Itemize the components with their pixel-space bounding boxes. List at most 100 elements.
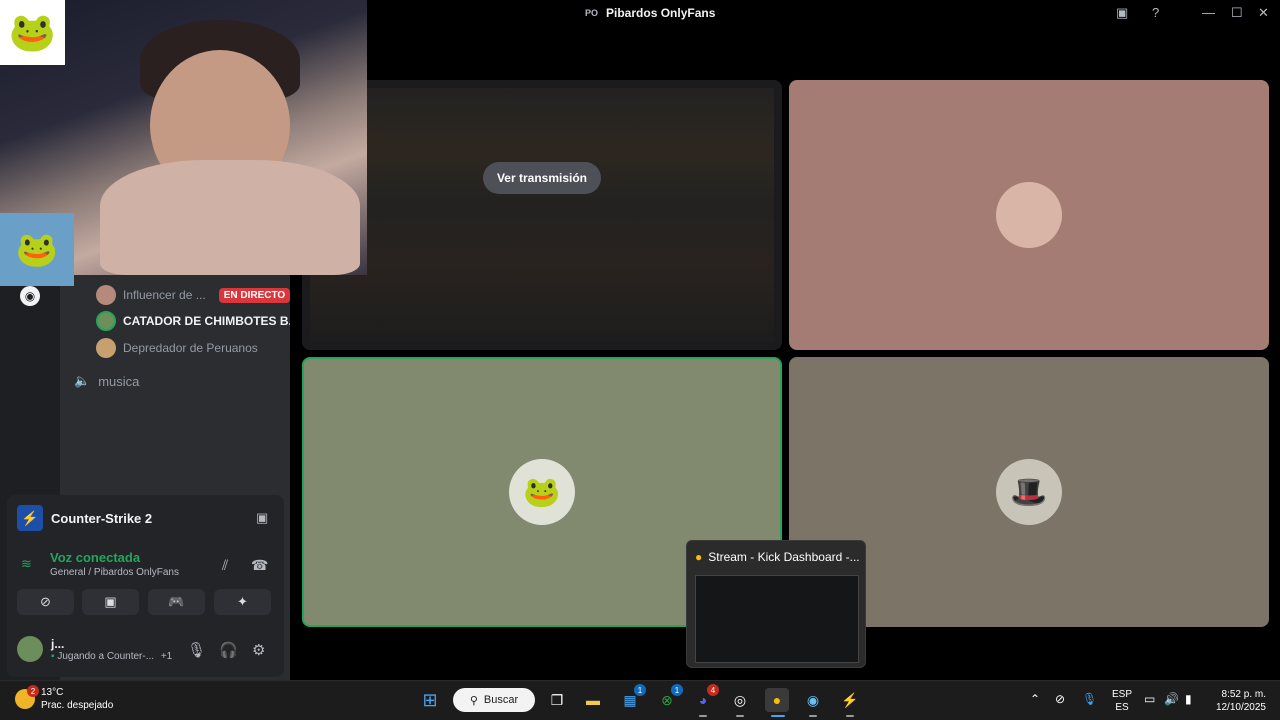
task-view-icon[interactable]: ❐ [545,688,569,712]
soundboard-icon: ✦ [237,594,248,609]
user-status-text: Jugando a Counter-... [57,650,155,662]
member-name: Depredador de Peruanos [123,341,258,355]
settings-gear-icon[interactable]: ⚙ [252,641,265,659]
camera-button[interactable]: ⊘ [17,589,74,615]
keyboard-layout: ES [1115,702,1129,713]
voice-status: ≋ Voz conectada General / Pibardos OnlyF… [17,550,179,578]
microphone-icon[interactable]: 🎙 [187,641,206,659]
gamepad-icon: 🎮 [168,594,185,609]
weather-icon: 2 [15,685,39,709]
xbox-badge: 1 [671,684,683,696]
activities-button[interactable]: 🎮 [148,589,205,615]
search-label: Buscar [483,694,519,706]
preview-title-text: Stream - Kick Dashboard -... [708,550,860,564]
chrome-icon[interactable]: ● [765,688,789,712]
avatar [17,636,43,662]
xbox-icon[interactable]: ⊗ 1 [655,684,683,712]
weather-condition: Prac. despejado [41,700,114,711]
channel-name: musica [98,373,140,389]
microphone-tray-icon[interactable]: 🎙 [1082,692,1097,706]
help-icon[interactable]: ? [1152,5,1159,20]
noise-suppression-icon[interactable]: ⫽ [222,557,228,574]
active-indicator [771,715,785,717]
discover-icon[interactable]: ◉ [20,286,40,306]
participant-avatar: 🎩 [996,459,1062,525]
share-screen-button[interactable]: ▣ [82,589,139,615]
chrome-icon: ● [695,550,703,564]
pepe-sticker-icon: 🐸 [0,0,65,65]
channel-title: Pibardos OnlyFans [606,6,716,20]
minimize-button[interactable]: — [1202,5,1215,20]
discord-icon[interactable]: ◕ 4 [691,684,719,712]
stream-preview [310,88,774,342]
volume-icon[interactable]: 🔊 [1164,692,1179,706]
user-status-extra: +1 [160,650,173,662]
running-indicator [699,715,707,717]
speaker-icon: 🔈 [74,373,91,388]
weather-widget[interactable]: 2 13°C Prac. despejado [15,685,114,712]
screen-share-icon[interactable]: ▣ [256,510,268,526]
username: j... [51,636,65,651]
maximize-button[interactable]: ☐ [1231,5,1243,21]
voice-member[interactable]: Influencer de ... EN DIRECTO [96,285,291,305]
user-status: ▪ Jugando a Counter-... +1 [51,651,172,662]
date: 12/10/2025 [1215,702,1266,713]
avatar [96,311,116,331]
language-indicator[interactable]: ESP ES [1112,688,1132,714]
voice-channel-path[interactable]: General / Pibardos OnlyFans [50,567,179,578]
time: 8:52 p. m. [1221,689,1266,700]
chevron-up-icon[interactable]: ⌃ [1030,692,1040,706]
user-panel[interactable]: j... ▪ Jugando a Counter-... +1 [17,636,172,662]
disconnect-icon[interactable]: ☎ [251,557,268,574]
pepe-wizard-icon: 🐸 [0,213,74,286]
inbox-icon[interactable]: ▣ [1116,5,1128,21]
participant-tile[interactable] [789,80,1269,350]
store-badge: 1 [634,684,646,696]
network-icon[interactable]: ▭ [1144,692,1155,706]
start-button[interactable]: ⊞ [418,688,442,712]
avatar [96,338,116,358]
headphones-icon[interactable]: 🎧 [219,641,238,659]
avatar [96,285,116,305]
taskbar-window-preview[interactable]: ● Stream - Kick Dashboard -... [686,540,866,668]
gamepad-icon: ▪ [51,650,55,662]
game-activity: ⚡ Counter-Strike 2 [17,505,152,531]
search-icon: ⚲ [469,694,478,707]
file-explorer-icon[interactable]: ▬ [581,688,605,712]
window-title: PO Pibardos OnlyFans [585,6,715,20]
running-indicator [809,715,817,717]
soundboard-button[interactable]: ✦ [214,589,271,615]
screen-share-icon: ▣ [104,594,117,609]
stream-tile[interactable]: Ver transmisión [302,80,782,350]
voice-channel-musica[interactable]: 🔈 musica [74,373,139,389]
running-indicator [736,715,744,717]
streamer-hands [100,160,360,275]
voice-connected-label[interactable]: Voz conectada [50,550,179,565]
voice-member[interactable]: CATADOR DE CHIMBOTES B... [96,311,299,331]
discord-badge: 4 [707,684,719,696]
participant-avatar [996,182,1062,248]
store-icon[interactable]: ▦ 1 [618,684,646,712]
steam-icon[interactable]: ◉ [801,688,825,712]
running-indicator [846,715,854,717]
battery-icon[interactable]: ▮ [1185,692,1192,706]
voice-member[interactable]: Depredador de Peruanos [96,338,258,358]
counter-strike-icon[interactable]: ⚡ [838,688,862,712]
game-name: Counter-Strike 2 [51,510,153,526]
participant-avatar: 🐸 [509,459,575,525]
preview-thumbnail [695,575,859,663]
camera-off-tray-icon[interactable]: ⊘ [1055,692,1065,706]
member-name: CATADOR DE CHIMBOTES B... [123,314,299,328]
live-badge: EN DIRECTO [218,287,291,303]
temperature: 13°C [41,687,64,698]
search-box[interactable]: ⚲ Buscar [453,688,535,712]
language-code: ESP [1112,689,1133,700]
preview-title: ● Stream - Kick Dashboard -... [695,550,860,564]
obs-icon[interactable]: ◎ [728,688,752,712]
view-stream-button[interactable]: Ver transmisión [482,162,602,194]
weather-badge: 2 [27,685,39,697]
close-button[interactable]: ✕ [1258,5,1269,21]
signal-icon: ≋ [21,556,32,571]
clock[interactable]: 8:52 p. m. 12/10/2025 [1210,688,1266,714]
camera-off-icon: ⊘ [40,594,51,609]
